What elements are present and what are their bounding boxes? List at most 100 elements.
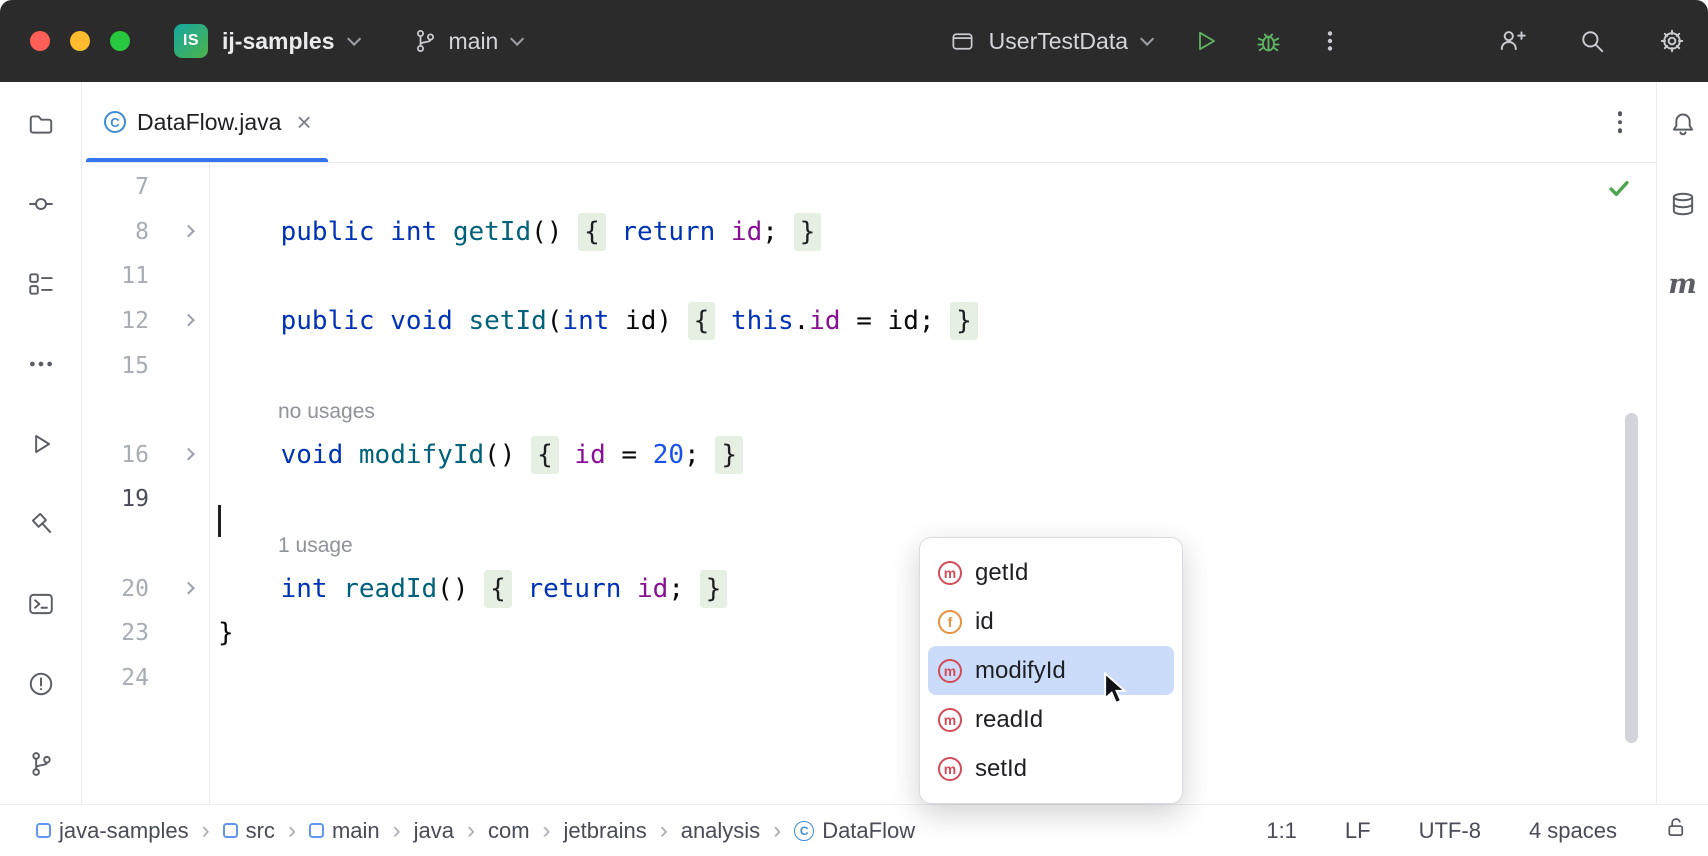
- code-token: (): [484, 439, 532, 470]
- project-folder-icon[interactable]: [21, 104, 61, 144]
- code-token: {: [687, 302, 716, 341]
- inspections-passed-icon[interactable]: [1608, 179, 1630, 203]
- code-token: public: [280, 306, 375, 337]
- terminal-icon[interactable]: [21, 584, 61, 624]
- settings-gear-icon[interactable]: [1656, 25, 1688, 57]
- gutter-cell[interactable]: 15: [82, 353, 209, 379]
- line-number[interactable]: 7: [135, 174, 149, 200]
- breadcrumb-java-samples[interactable]: java-samples: [36, 818, 189, 844]
- gutter-cell[interactable]: 20: [82, 576, 209, 602]
- debug-button[interactable]: [1252, 25, 1284, 57]
- line-number[interactable]: 19: [121, 486, 149, 512]
- line-number[interactable]: 11: [121, 263, 149, 289]
- chevron-down-icon[interactable]: [346, 31, 361, 46]
- chevron-down-icon[interactable]: [510, 31, 525, 46]
- member-label: id: [975, 607, 994, 635]
- structure-icon[interactable]: [21, 264, 61, 304]
- line-number[interactable]: 8: [135, 219, 149, 245]
- version-control-icon[interactable]: [21, 744, 61, 784]
- run-button[interactable]: [1190, 25, 1222, 57]
- breadcrumb-label: java: [413, 817, 454, 843]
- branch-name[interactable]: main: [449, 28, 499, 55]
- minimize-button[interactable]: [70, 31, 90, 51]
- commit-icon[interactable]: [21, 184, 61, 224]
- gutter-cell[interactable]: 12: [82, 308, 209, 334]
- line-number[interactable]: 23: [121, 620, 149, 646]
- line-number[interactable]: 15: [121, 353, 149, 379]
- gutter-cell[interactable]: 7: [82, 174, 209, 200]
- line-number[interactable]: 16: [121, 442, 149, 468]
- gutter-cell[interactable]: 16: [82, 442, 209, 468]
- code-token: (): [437, 573, 485, 604]
- line-number[interactable]: 24: [121, 665, 149, 691]
- member-item-readId[interactable]: m readId: [928, 695, 1174, 744]
- tab-options-kebab-icon[interactable]: [1617, 111, 1622, 133]
- code-row: 16 void modifyId() { id = 20; }: [82, 433, 1656, 478]
- fold-chevron-icon[interactable]: [182, 581, 195, 595]
- tab-close-icon[interactable]: ×: [296, 109, 311, 135]
- inlay-hint[interactable]: no usages: [209, 395, 1656, 425]
- gutter-cell[interactable]: 8: [82, 219, 209, 245]
- line-separator-widget[interactable]: LF: [1345, 818, 1371, 844]
- run-config-name[interactable]: UserTestData: [989, 28, 1128, 55]
- build-icon[interactable]: [21, 504, 61, 544]
- code-line[interactable]: public int getId() { return id; }: [209, 212, 1656, 251]
- add-user-icon[interactable]: [1496, 25, 1528, 57]
- search-icon[interactable]: [1576, 25, 1608, 57]
- breadcrumb-src[interactable]: src: [222, 818, 275, 844]
- statusbar-widgets: 1:1 LF UTF-8 4 spaces: [1266, 816, 1688, 845]
- editor-scrollbar[interactable]: [1625, 413, 1638, 743]
- close-button[interactable]: [30, 31, 50, 51]
- member-label: readId: [975, 705, 1044, 733]
- breadcrumb-main[interactable]: main: [308, 817, 380, 844]
- code-line[interactable]: void modifyId() { id = 20; }: [209, 435, 1656, 474]
- chevron-down-icon[interactable]: [1140, 31, 1155, 46]
- indent-widget[interactable]: 4 spaces: [1529, 818, 1617, 844]
- gutter-cell[interactable]: 19: [82, 486, 209, 512]
- problems-icon[interactable]: [21, 664, 61, 704]
- breadcrumb-label: jetbrains: [563, 817, 647, 843]
- tab-dataflow-java[interactable]: C DataFlow.java ×: [86, 82, 328, 162]
- breadcrumb-DataFlow[interactable]: C DataFlow: [794, 818, 915, 844]
- fold-chevron-icon[interactable]: [182, 224, 195, 238]
- member-item-setId[interactable]: m setId: [928, 744, 1174, 793]
- fold-chevron-icon[interactable]: [182, 313, 195, 327]
- gutter-cell[interactable]: 23: [82, 620, 209, 646]
- encoding-widget[interactable]: UTF-8: [1419, 818, 1481, 844]
- gutter-cell[interactable]: 24: [82, 665, 209, 691]
- run-tool-icon[interactable]: [21, 424, 61, 464]
- member-item-getId[interactable]: m getId: [928, 548, 1174, 597]
- breadcrumb-com[interactable]: com: [488, 818, 530, 844]
- maven-icon[interactable]: m: [1663, 264, 1703, 304]
- breadcrumb-java[interactable]: java: [414, 818, 454, 844]
- member-item-id[interactable]: f id: [928, 597, 1174, 646]
- line-number[interactable]: 12: [121, 308, 149, 334]
- gutter-cell[interactable]: 11: [82, 263, 209, 289]
- unlocked-padlock-icon[interactable]: [1665, 816, 1688, 845]
- notifications-bell-icon[interactable]: [1663, 104, 1703, 144]
- project-name[interactable]: ij-samples: [222, 28, 335, 55]
- usage-inlay-text[interactable]: 1 usage: [278, 534, 353, 557]
- database-icon[interactable]: [1663, 184, 1703, 224]
- more-tools-icon[interactable]: [21, 344, 61, 384]
- zoom-button[interactable]: [110, 31, 130, 51]
- breadcrumb-jetbrains[interactable]: jetbrains: [564, 818, 647, 844]
- code-line[interactable]: public void setId(int id) { this.id = id…: [209, 302, 1656, 341]
- code-token: int: [562, 306, 610, 337]
- usage-inlay-text[interactable]: no usages: [278, 400, 375, 423]
- code-row: 7: [82, 165, 1656, 210]
- more-actions-kebab-icon[interactable]: [1314, 25, 1346, 57]
- line-number[interactable]: 20: [121, 576, 149, 602]
- fold-chevron-icon[interactable]: [182, 447, 195, 461]
- method-icon: m: [938, 707, 962, 732]
- breadcrumb-analysis[interactable]: analysis: [681, 818, 760, 844]
- caret-position-widget[interactable]: 1:1: [1266, 818, 1297, 844]
- code-token: id: [574, 439, 606, 470]
- code-editor[interactable]: 7 8 public int getId() { return id; } 11 12…: [82, 163, 1656, 804]
- member-item-modifyId[interactable]: m modifyId: [928, 646, 1174, 695]
- breadcrumb-label: main: [331, 817, 380, 843]
